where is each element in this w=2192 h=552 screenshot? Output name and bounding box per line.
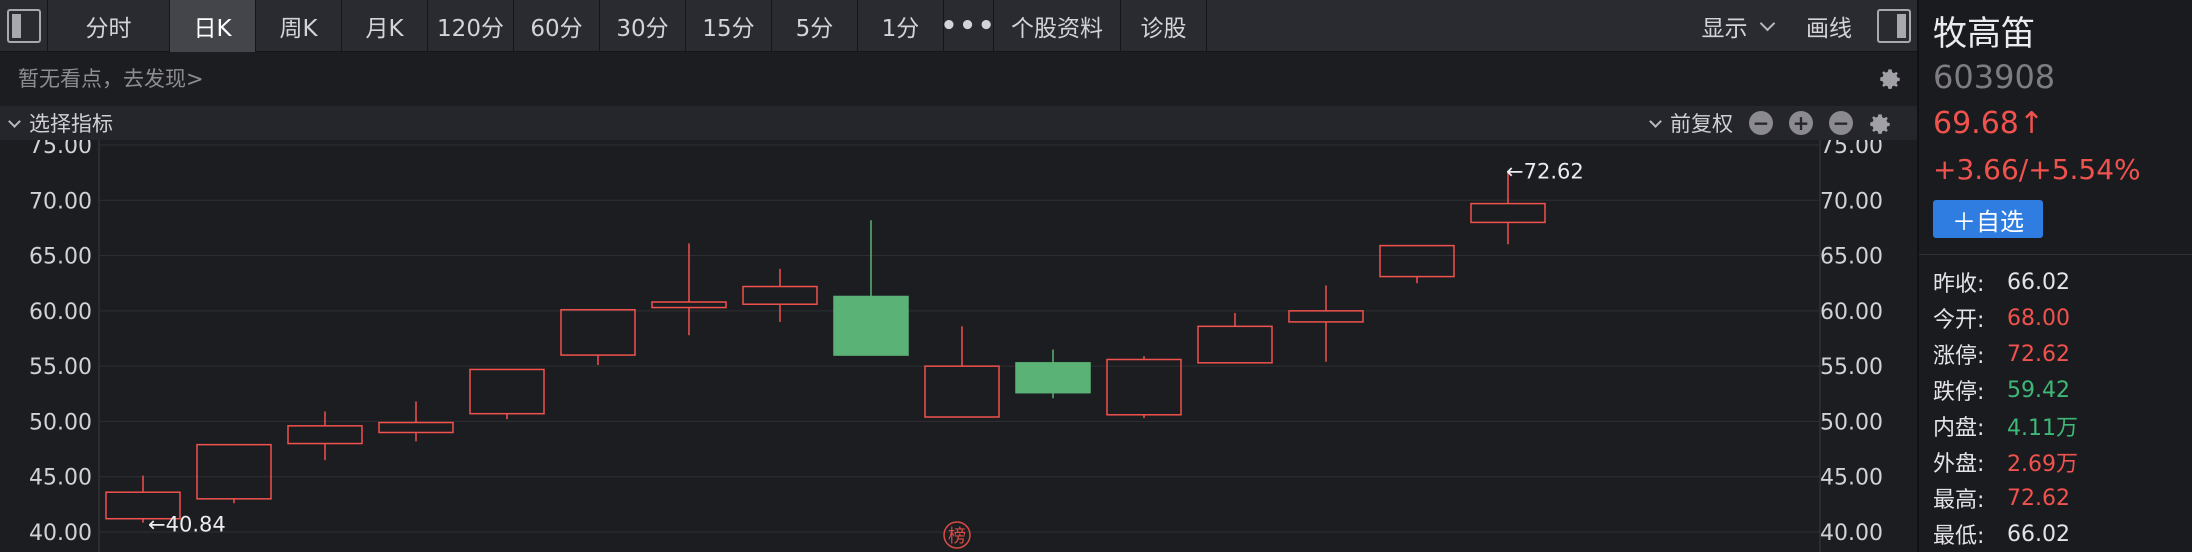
display-dropdown[interactable]: 显示 xyxy=(1687,0,1787,52)
rank-badge-label: 榜 xyxy=(948,526,966,547)
high-price-label: ←72.62 xyxy=(1506,159,1584,183)
chevron-down-icon[interactable] xyxy=(1649,114,1662,128)
insight-link[interactable]: 暂无看点，去发现> xyxy=(18,63,204,93)
stat-row: 涨停: 72.62 xyxy=(1933,336,2078,372)
candlestick-chart[interactable]: 75.00 75.00 70.00 70.00 65.00 65.00 60.00 60.00… xyxy=(0,140,1917,552)
low-price-label: ←40.84 xyxy=(148,513,226,537)
chevron-down-icon[interactable] xyxy=(8,114,21,128)
draw-line-button[interactable]: 画线 xyxy=(1787,0,1871,52)
stat-row: 外盘: 2.69万 xyxy=(1933,444,2078,480)
y-tick-label-left: 70.00 xyxy=(29,189,92,214)
quote-stats: 昨收: 66.02 今开: 68.00 涨停: 72.62 跌停: 59.42 内盘: 4.11万… xyxy=(1933,264,2078,552)
stat-value: 66.02 xyxy=(2007,269,2070,295)
adjust-dropdown[interactable]: 前复权 xyxy=(1670,108,1733,138)
tab-period[interactable]: 30分 xyxy=(600,0,686,52)
diagnose-button[interactable]: 诊股 xyxy=(1121,0,1207,52)
display-label: 显示 xyxy=(1701,16,1748,42)
period-toolbar: 分时 日K 周K 月K 120分 60分 30分 15分 5分 1分 ••• 个股资料 诊股 显示… xyxy=(0,0,1917,52)
y-tick-label-left: 50.00 xyxy=(29,410,92,435)
y-tick-label-right: 40.00 xyxy=(1820,521,1883,546)
y-tick-label-right: 65.00 xyxy=(1820,245,1883,270)
stat-label: 最高: xyxy=(1933,488,1985,513)
stat-label: 外盘: xyxy=(1933,452,1985,477)
y-tick-label-left: 60.00 xyxy=(29,300,92,325)
stock-name: 牧高笛 xyxy=(1933,14,2035,54)
gear-icon[interactable] xyxy=(1867,110,1893,136)
stat-label: 内盘: xyxy=(1933,416,1985,441)
y-tick-label-right: 75.00 xyxy=(1820,140,1883,159)
indicator-bar: 选择指标 前复权 − + − xyxy=(0,106,1917,140)
y-tick-label-right: 50.00 xyxy=(1820,410,1883,435)
tab-period[interactable]: 120分 xyxy=(428,0,514,52)
y-tick-label-right: 60.00 xyxy=(1820,300,1883,325)
tab-period[interactable]: 5分 xyxy=(772,0,858,52)
zoom-out-icon[interactable]: − xyxy=(1749,111,1773,135)
tab-period[interactable]: 分时 xyxy=(48,0,170,52)
shrink-icon[interactable]: − xyxy=(1829,111,1853,135)
tab-period[interactable]: 周K xyxy=(256,0,342,52)
stat-row: 跌停: 59.42 xyxy=(1933,372,2078,408)
y-tick-label-left: 55.00 xyxy=(29,355,92,380)
stat-row: 内盘: 4.11万 xyxy=(1933,408,2078,444)
panel-divider xyxy=(1919,254,2192,255)
stat-row: 昨收: 66.02 xyxy=(1933,264,2078,300)
y-tick-label-right: 45.00 xyxy=(1820,466,1883,491)
stat-value: 72.62 xyxy=(2007,341,2070,367)
quote-panel: 牧高笛 603908 69.68↑ +3.66/+5.54% ＋自选 昨收: 66… xyxy=(1917,0,2192,552)
select-indicator-button[interactable]: 选择指标 xyxy=(29,108,113,138)
y-tick-label-left: 65.00 xyxy=(29,245,92,270)
stock-profile-button[interactable]: 个股资料 xyxy=(994,0,1121,52)
insight-line: 暂无看点，去发现> xyxy=(0,53,1917,103)
stat-label: 跌停: xyxy=(1933,380,1985,405)
tab-period[interactable]: 1分 xyxy=(858,0,944,52)
stat-value: 66.02 xyxy=(2007,521,2070,547)
stat-label: 涨停: xyxy=(1933,344,1985,369)
tab-period[interactable]: 60分 xyxy=(514,0,600,52)
stat-value: 72.62 xyxy=(2007,485,2070,511)
tab-period[interactable]: 月K xyxy=(342,0,428,52)
y-tick-label-left: 45.00 xyxy=(29,466,92,491)
left-panel-toggle-icon[interactable] xyxy=(0,0,48,52)
y-tick-label-right: 55.00 xyxy=(1820,355,1883,380)
stat-value: 59.42 xyxy=(2007,377,2070,403)
period-tabs: 分时 日K 周K 月K 120分 60分 30分 15分 5分 1分 xyxy=(48,0,944,52)
stat-value: 68.00 xyxy=(2007,305,2070,331)
stat-row: 最高: 72.62 xyxy=(1933,480,2078,516)
candle-down[interactable] xyxy=(1015,362,1091,394)
candle-down[interactable] xyxy=(833,295,909,356)
stat-row: 今开: 68.00 xyxy=(1933,300,2078,336)
stat-value: 2.69万 xyxy=(2007,452,2078,477)
stat-label: 昨收: xyxy=(1933,272,1985,297)
more-icon[interactable]: ••• xyxy=(941,0,994,52)
stat-row: 最低: 66.02 xyxy=(1933,516,2078,552)
chart-background xyxy=(0,140,1917,552)
stat-label: 今开: xyxy=(1933,308,1985,333)
stock-code: 603908 xyxy=(1933,58,2056,96)
price-change: +3.66/+5.54% xyxy=(1933,153,2141,186)
stat-label: 最低: xyxy=(1933,524,1985,549)
stat-value: 4.11万 xyxy=(2007,416,2078,441)
tab-period[interactable]: 日K xyxy=(170,0,256,52)
zoom-in-icon[interactable]: + xyxy=(1789,111,1813,135)
gear-icon[interactable] xyxy=(1877,65,1903,91)
add-watchlist-button[interactable]: ＋自选 xyxy=(1933,200,2043,238)
tab-period[interactable]: 15分 xyxy=(686,0,772,52)
chevron-down-icon xyxy=(1759,15,1775,31)
y-tick-label-right: 70.00 xyxy=(1820,189,1883,214)
y-tick-label-left: 75.00 xyxy=(29,140,92,159)
last-price: 69.68↑ xyxy=(1933,106,2045,141)
y-tick-label-left: 40.00 xyxy=(29,521,92,546)
right-panel-toggle-icon[interactable] xyxy=(1871,0,1917,52)
